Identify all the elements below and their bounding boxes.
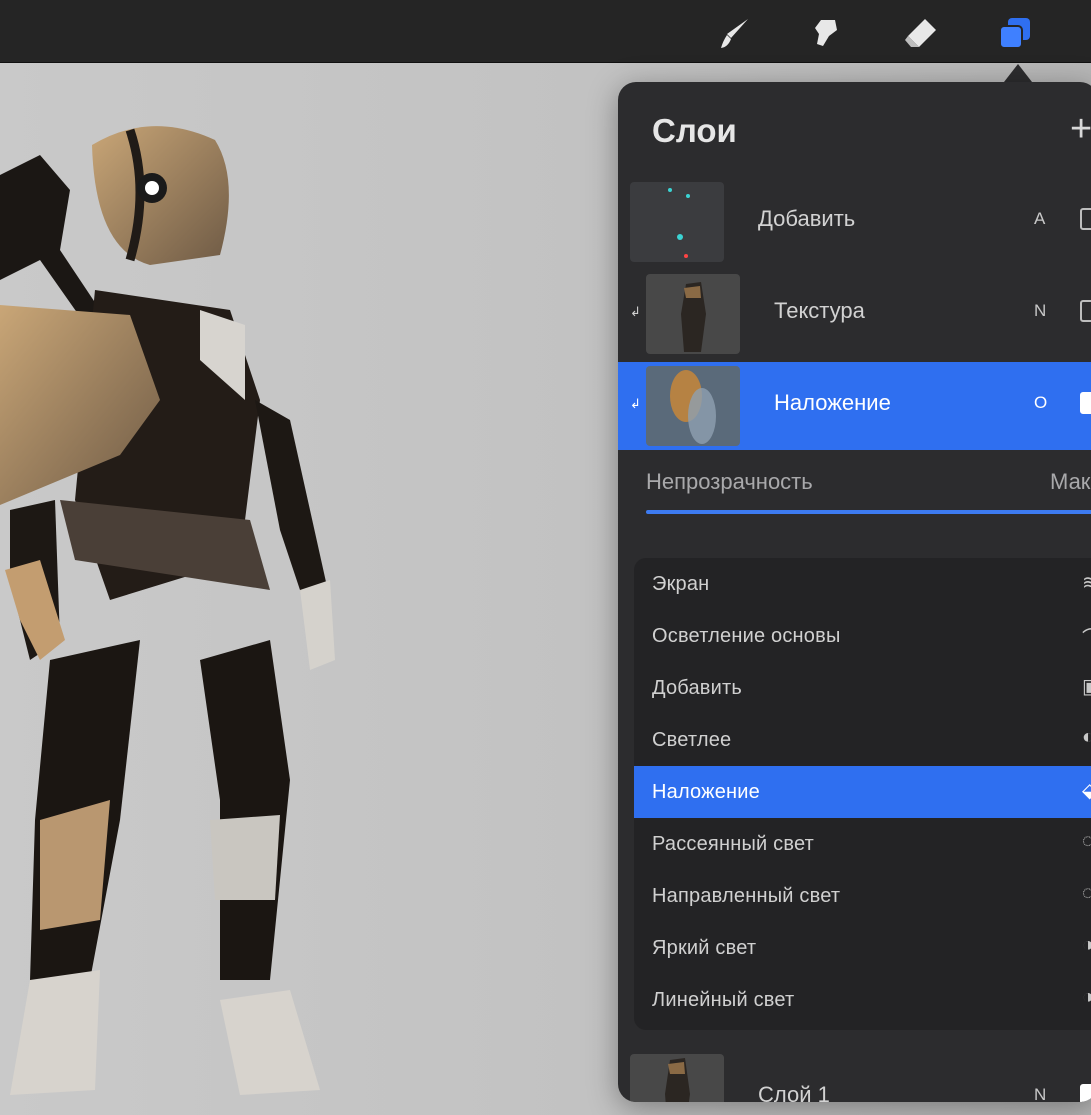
- layer-name: Слой 1: [758, 1082, 830, 1102]
- layer-visibility-checkbox[interactable]: [1080, 1084, 1091, 1102]
- blend-mode-label: Яркий свет: [652, 937, 757, 959]
- screen-icon: ≋: [1082, 572, 1091, 594]
- opacity-label: Непрозрачность: [646, 469, 813, 494]
- layer-visibility-checkbox[interactable]: [1080, 392, 1091, 414]
- blend-mode-item[interactable]: Яркий свет ◑: [634, 922, 1091, 974]
- lighter-icon: ◐: [1082, 726, 1091, 748]
- layer-name: Добавить: [758, 206, 856, 231]
- color-dodge-icon: ⌒: [1082, 622, 1091, 651]
- clipping-mask-icon: ↲: [630, 304, 641, 319]
- soft-light-icon: ◌: [1082, 830, 1091, 852]
- opacity-value: Мак: [1050, 469, 1091, 494]
- smudge-icon[interactable]: [803, 10, 849, 56]
- layers-panel: Слои + Добавить A ↲ Текстура N ↲ Наложен…: [618, 82, 1091, 1102]
- blend-mode-label: Направленный свет: [652, 885, 841, 907]
- blend-mode-label: Наложение: [652, 781, 761, 803]
- layers-icon[interactable]: [992, 10, 1038, 56]
- layer-thumbnail: [646, 366, 740, 446]
- blend-mode-item[interactable]: Линейный свет ◑: [634, 974, 1091, 1026]
- blend-mode-item[interactable]: Рассеянный свет ◌: [634, 818, 1091, 870]
- top-toolbar: [0, 0, 1091, 63]
- layer-row[interactable]: ↲ Текстура N: [618, 270, 1091, 358]
- layer-row[interactable]: Добавить A: [618, 178, 1091, 266]
- vivid-light-icon: ◑: [1082, 934, 1091, 956]
- blend-mode-label: Экран: [652, 573, 710, 595]
- layer-thumbnail: [646, 274, 740, 354]
- add-layer-button[interactable]: +: [1070, 110, 1091, 148]
- layer-row-selected[interactable]: ↲ Наложение O: [618, 362, 1091, 450]
- blend-mode-label: Линейный свет: [652, 989, 795, 1011]
- brush-icon[interactable]: [712, 10, 758, 56]
- layer-visibility-checkbox[interactable]: [1080, 300, 1091, 322]
- layer-blend-mode[interactable]: N: [1034, 301, 1046, 321]
- blend-mode-item[interactable]: Экран ≋: [634, 558, 1091, 610]
- blend-mode-label: Добавить: [652, 677, 742, 699]
- blend-mode-item[interactable]: Направленный свет ◌: [634, 870, 1091, 922]
- panel-title: Слои: [652, 112, 737, 149]
- layer-row[interactable]: Слой 1 N: [618, 1050, 1091, 1102]
- layer-blend-mode[interactable]: N: [1034, 1085, 1046, 1102]
- blend-mode-item[interactable]: Осветление основы ⌒: [634, 610, 1091, 662]
- layer-name: Наложение: [774, 390, 891, 415]
- layer-blend-mode[interactable]: O: [1034, 393, 1047, 413]
- blend-mode-list: Экран ≋ Осветление основы ⌒ Добавить ▣ С…: [634, 558, 1091, 1030]
- blend-mode-label: Рассеянный свет: [652, 833, 814, 855]
- layer-name: Текстура: [774, 298, 865, 323]
- add-icon: ▣: [1082, 674, 1091, 699]
- linear-light-icon: ◑: [1082, 986, 1091, 1008]
- clipping-mask-icon: ↲: [630, 396, 641, 411]
- blend-mode-item-selected[interactable]: Наложение ⬙: [634, 766, 1091, 818]
- layer-visibility-checkbox[interactable]: [1080, 208, 1091, 230]
- hard-light-icon: ◌: [1082, 882, 1091, 904]
- blend-mode-label: Осветление основы: [652, 625, 841, 647]
- blend-mode-label: Светлее: [652, 729, 732, 751]
- layer-thumbnail: [630, 1054, 724, 1102]
- layer-blend-mode[interactable]: A: [1034, 209, 1045, 229]
- character-artwork: [0, 126, 335, 1095]
- overlay-icon: ⬙: [1082, 780, 1091, 802]
- eraser-icon[interactable]: [898, 10, 944, 56]
- opacity-slider[interactable]: [646, 510, 1091, 514]
- blend-mode-item[interactable]: Добавить ▣: [634, 662, 1091, 714]
- panel-pointer: [1004, 64, 1032, 82]
- blend-mode-item[interactable]: Светлее ◐: [634, 714, 1091, 766]
- layer-thumbnail: [630, 182, 724, 262]
